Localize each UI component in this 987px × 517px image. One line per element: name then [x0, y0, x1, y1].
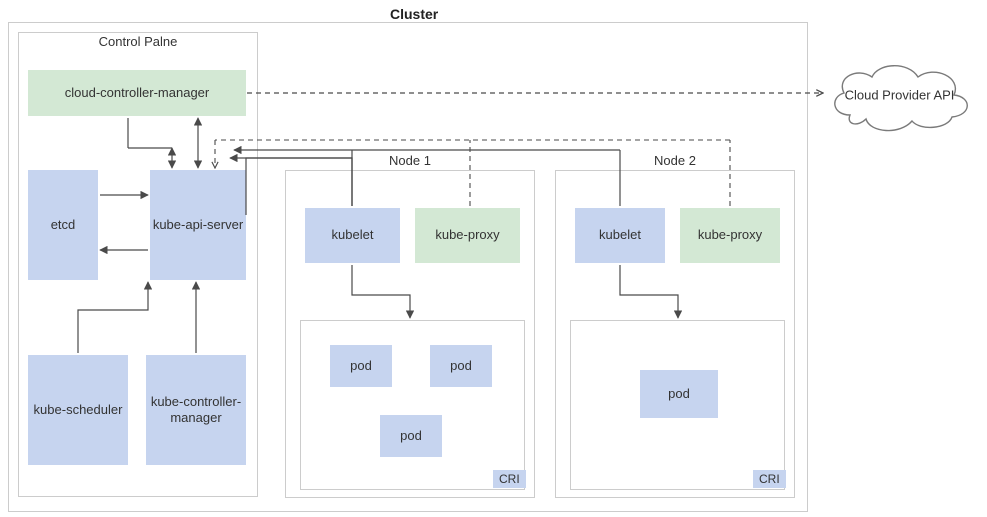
kube-api-server-box: kube-api-server — [150, 170, 246, 280]
node1-pod1-box: pod — [330, 345, 392, 387]
kube-api-server-label: kube-api-server — [153, 217, 243, 233]
control-plane-label: Control Palne — [19, 31, 257, 50]
node2-kubeproxy-box: kube-proxy — [680, 208, 780, 263]
node1-pod2-box: pod — [430, 345, 492, 387]
node2-kubelet-box: kubelet — [575, 208, 665, 263]
node1-pod3-label: pod — [400, 428, 422, 444]
node1-cri-tag: CRI — [493, 470, 526, 488]
etcd-label: etcd — [51, 217, 76, 233]
cloud-controller-manager-box: cloud-controller-manager — [28, 70, 246, 116]
node1-pod1-label: pod — [350, 358, 372, 374]
kube-scheduler-box: kube-scheduler — [28, 355, 128, 465]
node1-kubeproxy-box: kube-proxy — [415, 208, 520, 263]
kube-controller-manager-box: kube-controller-manager — [146, 355, 246, 465]
node1-kubeproxy-label: kube-proxy — [435, 227, 499, 243]
cloud-controller-manager-label: cloud-controller-manager — [65, 85, 210, 101]
node1-kubelet-box: kubelet — [305, 208, 400, 263]
node2-pod1-box: pod — [640, 370, 718, 418]
node1-pod3-box: pod — [380, 415, 442, 457]
node2-kubelet-label: kubelet — [599, 227, 641, 243]
etcd-box: etcd — [28, 170, 98, 280]
cloud-provider-api-shape: Cloud Provider API — [822, 55, 977, 135]
kube-controller-manager-label: kube-controller-manager — [147, 394, 245, 427]
node2-cri-tag: CRI — [753, 470, 786, 488]
node1-label: Node 1 — [286, 150, 534, 169]
node2-label: Node 2 — [556, 150, 794, 169]
node2-kubeproxy-label: kube-proxy — [698, 227, 762, 243]
node1-pod2-label: pod — [450, 358, 472, 374]
kube-scheduler-label: kube-scheduler — [34, 402, 123, 418]
diagram-title: Cluster — [390, 6, 438, 22]
node2-pod1-label: pod — [668, 386, 690, 402]
node1-kubelet-label: kubelet — [332, 227, 374, 243]
